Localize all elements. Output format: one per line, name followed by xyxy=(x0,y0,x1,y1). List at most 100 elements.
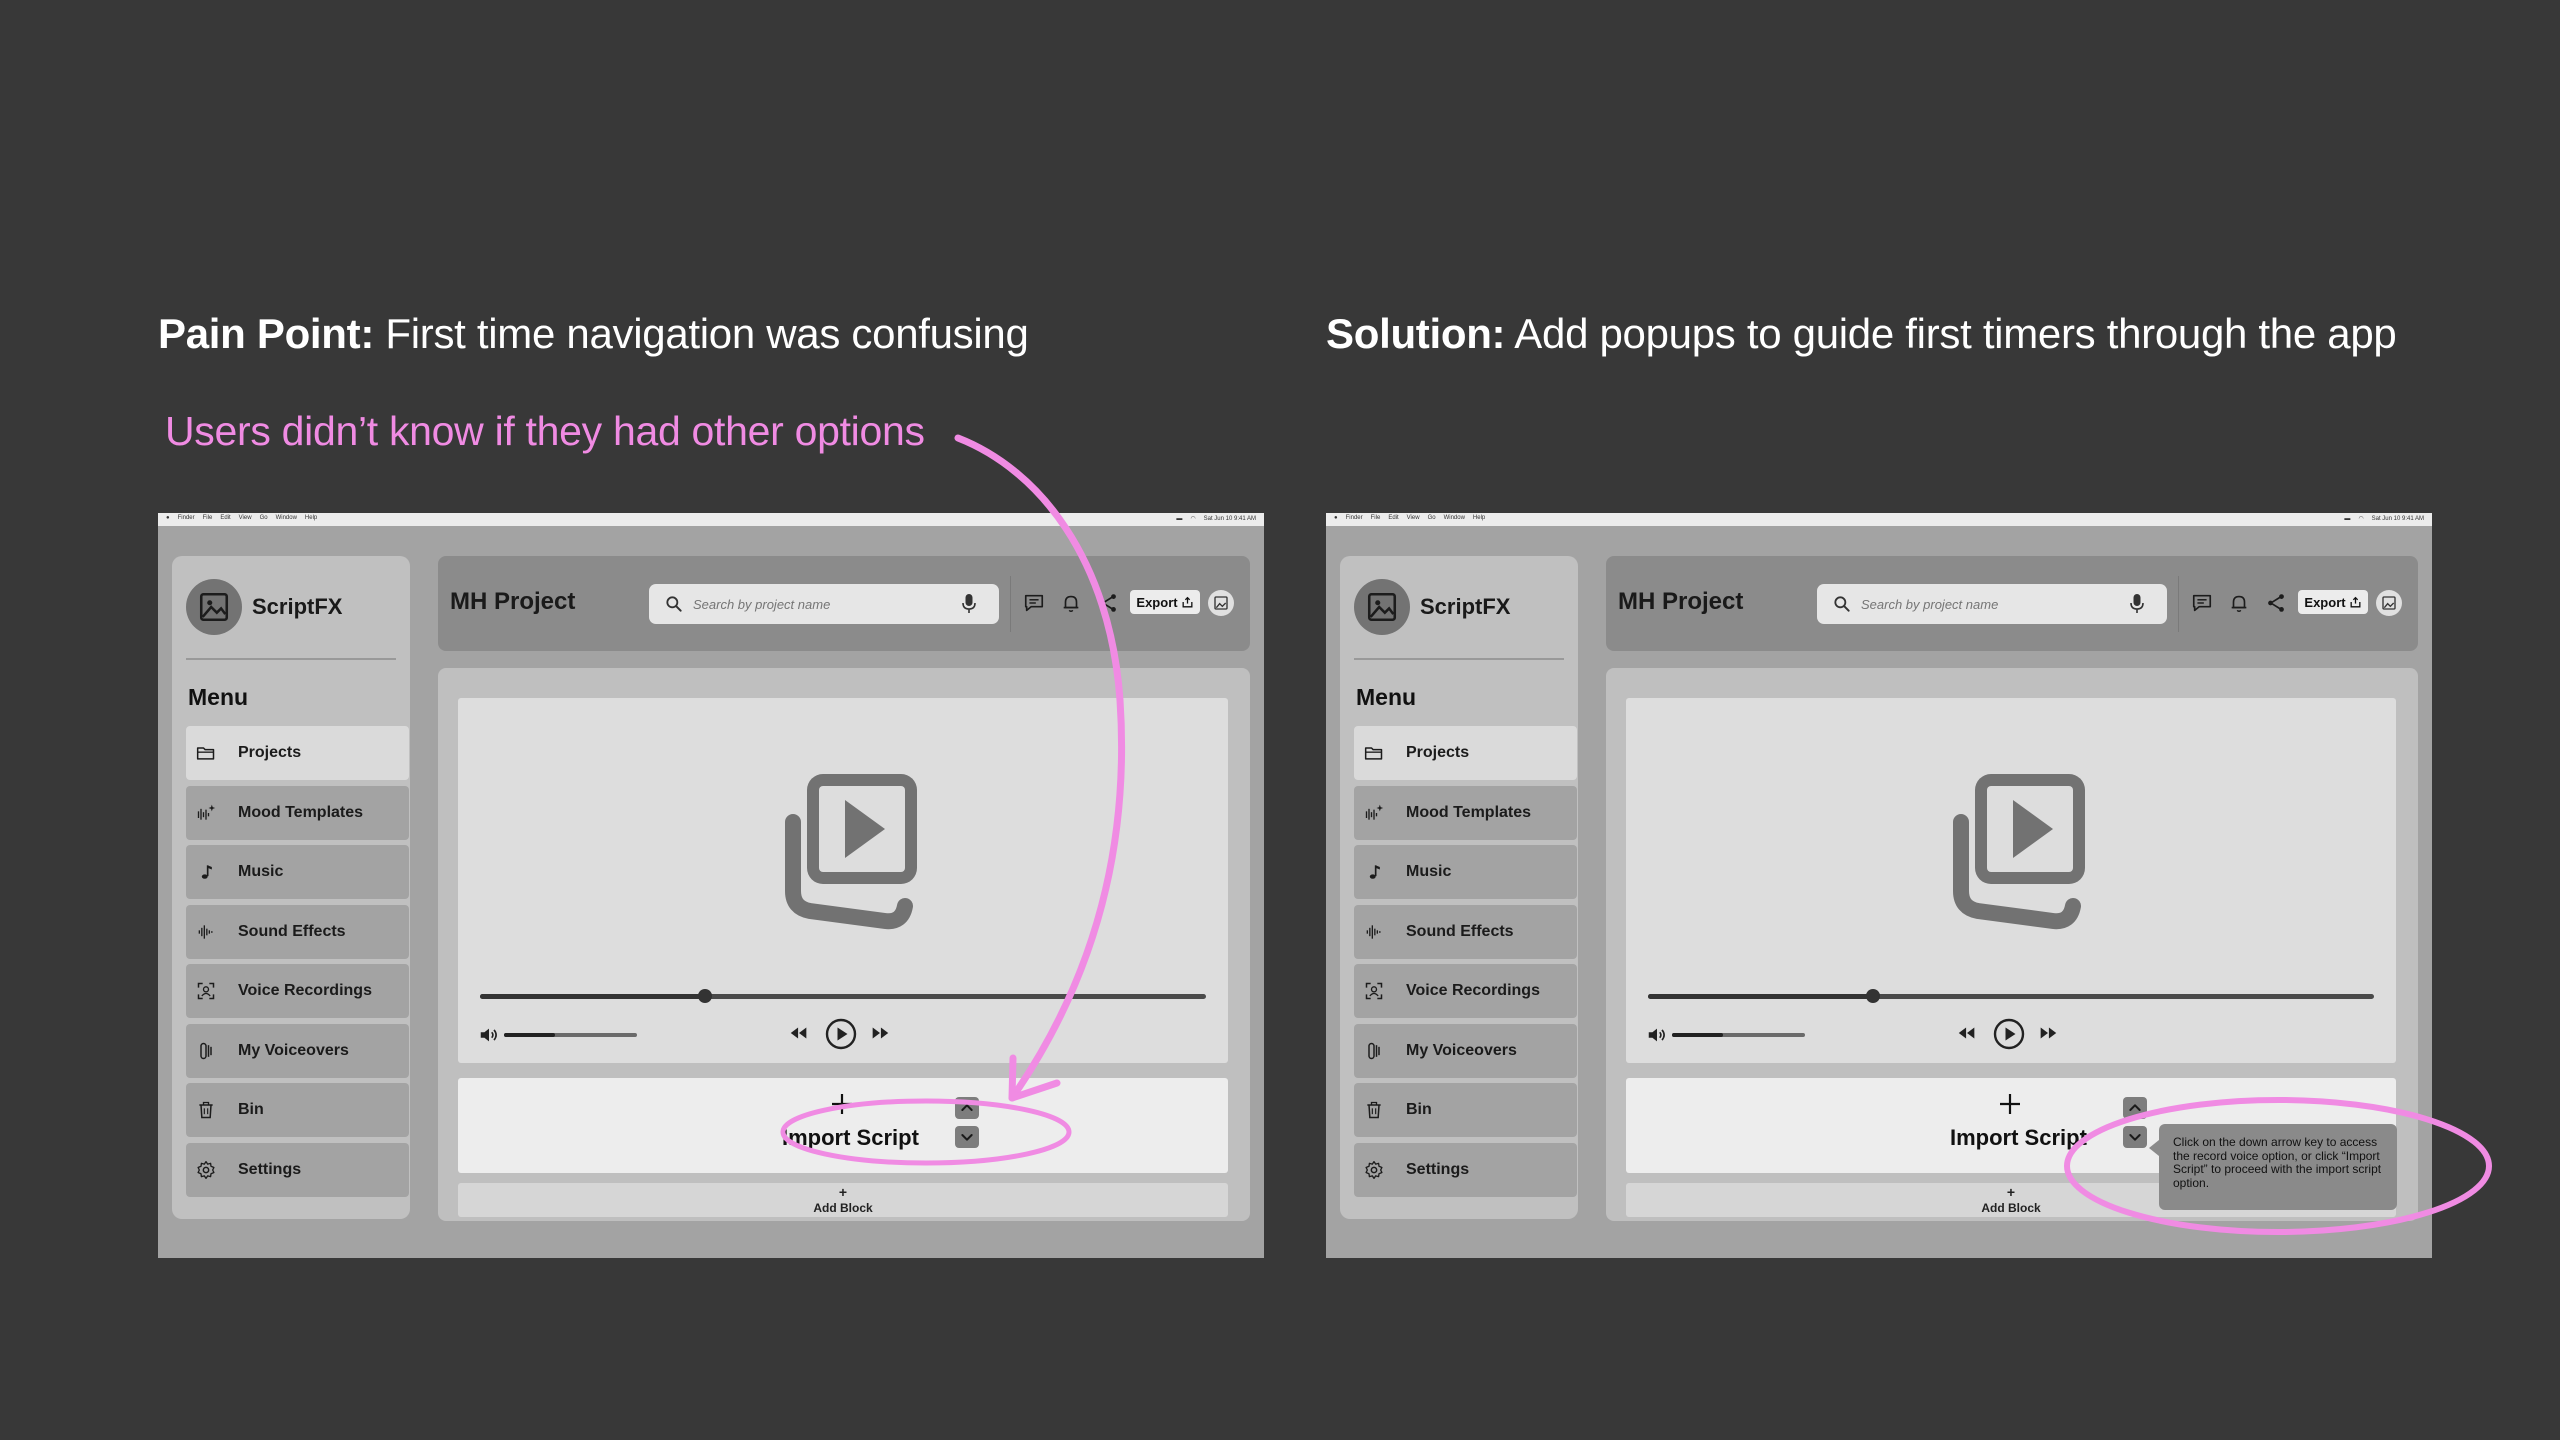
chevron-up-icon xyxy=(2129,1104,2141,1111)
export-label: Export xyxy=(2304,594,2346,610)
menu-heading: Menu xyxy=(188,684,249,710)
profile-avatar-icon[interactable] xyxy=(1208,590,1234,616)
sidebar-item-music[interactable]: Music xyxy=(1354,845,1577,899)
comments-icon[interactable] xyxy=(1023,592,1045,614)
share-icon[interactable] xyxy=(2265,592,2287,614)
rewind-icon[interactable] xyxy=(788,1022,810,1044)
volume-slider[interactable] xyxy=(504,1033,637,1037)
mac-menu-item[interactable]: Help xyxy=(1473,515,1485,521)
sidebar-item-label: Music xyxy=(1406,863,1452,880)
playback-scrubber-handle[interactable] xyxy=(1866,989,1881,1003)
sidebar-item-projects[interactable]: Projects xyxy=(186,726,409,780)
export-label: Export xyxy=(1136,594,1178,610)
apple-menu-icon[interactable]: ● xyxy=(166,515,170,521)
video-player xyxy=(1626,698,2396,1063)
profile-avatar-icon[interactable] xyxy=(2376,590,2402,616)
sidebar-item-voice-recordings[interactable]: Voice Recordings xyxy=(186,964,409,1018)
sidebar-item-sound-effects[interactable]: Sound Effects xyxy=(1354,904,1577,959)
search-bar[interactable] xyxy=(649,584,999,624)
mac-status-area: ▬ ◠ Sat Jun 10 9:41 AM xyxy=(2344,515,2424,523)
mac-menu-item[interactable]: Window xyxy=(276,515,297,521)
notification-bell-icon[interactable] xyxy=(2228,592,2250,614)
app-logo-icon[interactable] xyxy=(186,579,242,635)
volume-level-fill xyxy=(1672,1033,1723,1037)
sidebar-item-bin[interactable]: Bin xyxy=(186,1083,409,1137)
rewind-icon[interactable] xyxy=(1956,1022,1978,1044)
mac-menu-item[interactable]: File xyxy=(1371,515,1381,521)
mac-menu-item[interactable]: Finder xyxy=(1346,515,1363,521)
playback-progress-bar[interactable] xyxy=(1648,989,2374,1003)
sidebar-item-sound-effects[interactable]: Sound Effects xyxy=(186,904,409,959)
chevron-down-icon xyxy=(961,1134,973,1141)
video-placeholder-icon[interactable] xyxy=(755,756,930,931)
import-script-label[interactable]: Import Script xyxy=(782,1125,919,1151)
solution-label: Solution: xyxy=(1326,310,1506,357)
play-pause-button[interactable] xyxy=(825,1018,857,1050)
search-icon xyxy=(1834,596,1850,612)
search-input[interactable] xyxy=(693,592,943,616)
import-script-block[interactable]: Import Script xyxy=(458,1078,1228,1173)
import-script-label[interactable]: Import Script xyxy=(1950,1125,2087,1151)
notification-bell-icon[interactable] xyxy=(1060,592,1082,614)
volume-slider[interactable] xyxy=(1672,1033,1805,1037)
mac-menu-item[interactable]: Help xyxy=(305,515,317,521)
playback-progress-bar[interactable] xyxy=(480,989,1206,1003)
sidebar-item-my-voiceovers[interactable]: My Voiceovers xyxy=(1354,1023,1577,1078)
pain-point-text: First time navigation was confusing xyxy=(374,310,1029,357)
sidebar-item-bin[interactable]: Bin xyxy=(1354,1083,1577,1137)
chevron-up-button[interactable] xyxy=(2123,1097,2147,1119)
sidebar-item-my-voiceovers[interactable]: My Voiceovers xyxy=(186,1023,409,1078)
mac-menu-item[interactable]: View xyxy=(1407,515,1420,521)
video-placeholder-icon[interactable] xyxy=(1923,756,2098,931)
sidebar-item-music[interactable]: Music xyxy=(186,845,409,899)
mac-menu-item[interactable]: File xyxy=(203,515,213,521)
volume-icon[interactable] xyxy=(1646,1024,1668,1046)
sidebar-item-settings[interactable]: Settings xyxy=(186,1142,409,1197)
comments-icon[interactable] xyxy=(2191,592,2213,614)
voice-scan-icon xyxy=(1364,981,1384,1001)
sidebar-item-voice-recordings[interactable]: Voice Recordings xyxy=(1354,964,1577,1018)
search-bar[interactable] xyxy=(1817,584,2167,624)
sidebar-item-mood-templates[interactable]: Mood Templates xyxy=(186,785,409,840)
voiceover-icon xyxy=(1364,1041,1384,1061)
sidebar-item-label: Bin xyxy=(1406,1101,1432,1118)
volume-icon[interactable] xyxy=(478,1024,500,1046)
sidebar-item-label: My Voiceovers xyxy=(1406,1041,1517,1059)
chevron-down-button[interactable] xyxy=(2123,1126,2147,1148)
mac-menu-item[interactable]: Window xyxy=(1444,515,1465,521)
project-title: MH Project xyxy=(1618,588,1744,615)
mac-clock: Sat Jun 10 9:41 AM xyxy=(2371,515,2424,522)
mac-menu-item[interactable]: Finder xyxy=(178,515,195,521)
apple-menu-icon[interactable]: ● xyxy=(1334,515,1338,521)
chevron-down-button[interactable] xyxy=(955,1126,979,1148)
sidebar-item-settings[interactable]: Settings xyxy=(1354,1142,1577,1197)
microphone-icon[interactable] xyxy=(2129,593,2145,615)
mac-clock: Sat Jun 10 9:41 AM xyxy=(1203,515,1256,522)
mac-menu-item[interactable]: Edit xyxy=(220,515,230,521)
music-note-icon xyxy=(1364,862,1384,882)
add-block-button[interactable]: + Add Block xyxy=(458,1183,1228,1217)
export-button[interactable]: Export xyxy=(1130,590,1200,614)
mac-menu-item[interactable]: Go xyxy=(1428,515,1436,521)
playback-scrubber-handle[interactable] xyxy=(698,989,713,1003)
mac-menu-item[interactable]: View xyxy=(239,515,252,521)
export-upload-icon xyxy=(2350,596,2361,607)
plus-icon[interactable] xyxy=(830,1092,854,1116)
sidebar-item-mood-templates[interactable]: Mood Templates xyxy=(1354,785,1577,840)
fast-forward-icon[interactable] xyxy=(869,1022,891,1044)
mac-menu-item[interactable]: Edit xyxy=(1388,515,1398,521)
chevron-up-button[interactable] xyxy=(955,1097,979,1119)
mac-status-area: ▬ ◠ Sat Jun 10 9:41 AM xyxy=(1176,515,1256,523)
search-input[interactable] xyxy=(1861,592,2111,616)
export-button[interactable]: Export xyxy=(2298,590,2368,614)
share-icon[interactable] xyxy=(1097,592,1119,614)
sidebar-item-projects[interactable]: Projects xyxy=(1354,726,1577,780)
trash-icon xyxy=(196,1100,216,1120)
sidebar-item-label: Sound Effects xyxy=(238,922,346,940)
play-pause-button[interactable] xyxy=(1993,1018,2025,1050)
microphone-icon[interactable] xyxy=(961,593,977,615)
plus-icon[interactable] xyxy=(1998,1092,2022,1116)
mac-menu-item[interactable]: Go xyxy=(260,515,268,521)
app-logo-icon[interactable] xyxy=(1354,579,1410,635)
fast-forward-icon[interactable] xyxy=(2037,1022,2059,1044)
